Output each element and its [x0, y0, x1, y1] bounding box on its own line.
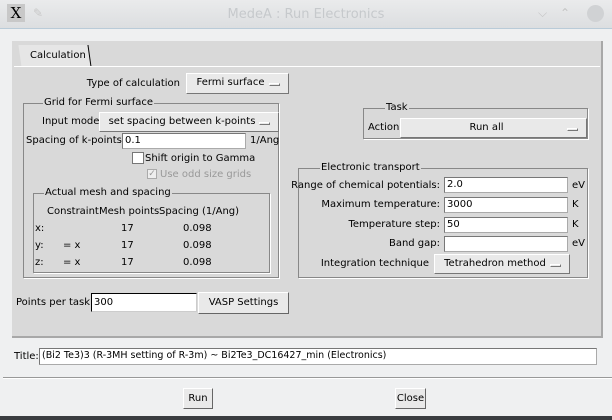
close-button[interactable]: Close: [395, 388, 426, 409]
window-bottom-border: [0, 416, 612, 420]
mesh-row-z-constraint: = x: [63, 257, 81, 268]
mesh-group-title: Actual mesh and spacing: [44, 187, 172, 198]
title-label: Title:: [14, 351, 39, 362]
dropdown-indicator-icon: [567, 128, 578, 131]
max-temperature-label: Maximum temperature:: [321, 199, 440, 210]
header-mesh-points: Mesh points: [99, 206, 160, 217]
mesh-row-x-axis: x:: [35, 223, 45, 234]
action-dropdown[interactable]: Run all: [400, 118, 587, 138]
run-button[interactable]: Run: [183, 388, 213, 409]
points-per-task-input[interactable]: 300: [91, 293, 197, 312]
type-of-calculation-label: Type of calculation: [86, 78, 180, 89]
temperature-step-unit: K: [572, 219, 579, 230]
minimize-icon[interactable]: ⌵: [538, 6, 547, 21]
shift-origin-label: Shift origin to Gamma: [145, 153, 256, 164]
input-mode-label: Input mode: [42, 116, 100, 127]
dropdown-indicator-icon: [550, 264, 561, 267]
spacing-label: Spacing of k-points:: [26, 135, 126, 146]
task-group-title: Task: [385, 102, 409, 113]
dropdown-indicator-icon: [259, 122, 270, 125]
shift-origin-checkbox[interactable]: [132, 152, 144, 164]
temperature-step-input[interactable]: 50: [444, 217, 568, 233]
mesh-row-x-spacing: 0.098: [183, 223, 212, 234]
mesh-row-y-points: 17: [121, 240, 134, 251]
spacing-input[interactable]: 0.1: [122, 133, 246, 149]
type-of-calculation-dropdown[interactable]: Fermi surface: [186, 73, 289, 94]
odd-grids-label: Use odd size grids: [160, 169, 252, 180]
input-mode-dropdown[interactable]: set spacing between k-points: [99, 112, 279, 132]
mesh-row-z-spacing: 0.098: [183, 257, 212, 268]
title-input[interactable]: (Bi2 Te3)3 (R-3MH setting of R-3m) ~ Bi2…: [39, 348, 597, 365]
chem-potential-input[interactable]: 2.0: [444, 177, 568, 193]
mesh-row-y-axis: y:: [35, 240, 44, 251]
band-gap-label: Band gap:: [388, 238, 440, 249]
spacing-unit: 1/Ang: [250, 135, 280, 146]
band-gap-unit: eV: [572, 238, 585, 249]
max-temperature-unit: K: [572, 199, 579, 210]
vasp-settings-button[interactable]: VASP Settings: [198, 292, 289, 314]
header-constraint: Constraint: [47, 206, 99, 217]
close-window-icon[interactable]: [587, 5, 604, 22]
chem-potential-unit: eV: [572, 180, 585, 191]
mesh-row-x-points: 17: [121, 223, 134, 234]
action-value: Run all: [469, 122, 504, 133]
band-gap-input[interactable]: [444, 236, 568, 252]
points-per-task-label: Points per task:: [16, 297, 94, 308]
tab-divider: [14, 66, 600, 67]
max-temperature-input[interactable]: 3000: [444, 197, 568, 213]
separator: [3, 377, 612, 379]
window-title: MedeA : Run Electronics: [227, 7, 385, 22]
integration-dropdown[interactable]: Tetrahedron method: [434, 254, 570, 274]
action-label: Action: [368, 122, 400, 133]
odd-grids-checkbox[interactable]: ✓: [147, 169, 157, 179]
input-mode-value: set spacing between k-points: [108, 116, 256, 127]
mesh-row-y-spacing: 0.098: [183, 240, 212, 251]
type-of-calculation-value: Fermi surface: [196, 77, 265, 88]
integration-label: Integration technique: [320, 258, 429, 269]
tab-calculation-label: Calculation: [30, 50, 86, 61]
maximize-icon[interactable]: ⌃: [560, 6, 570, 20]
chem-potential-label: Range of chemical potentials:: [291, 180, 440, 191]
integration-value: Tetrahedron method: [444, 258, 546, 269]
mesh-row-z-axis: z:: [35, 257, 44, 268]
dropdown-indicator-icon: [269, 83, 280, 86]
transport-group-title: Electronic transport: [320, 162, 421, 173]
temperature-step-label: Temperature step:: [348, 219, 440, 230]
grid-group-title: Grid for Fermi surface: [43, 97, 155, 108]
header-spacing: Spacing (1/Ang): [159, 206, 240, 217]
mesh-row-y-constraint: = x: [63, 240, 81, 251]
mesh-row-z-points: 17: [121, 257, 134, 268]
